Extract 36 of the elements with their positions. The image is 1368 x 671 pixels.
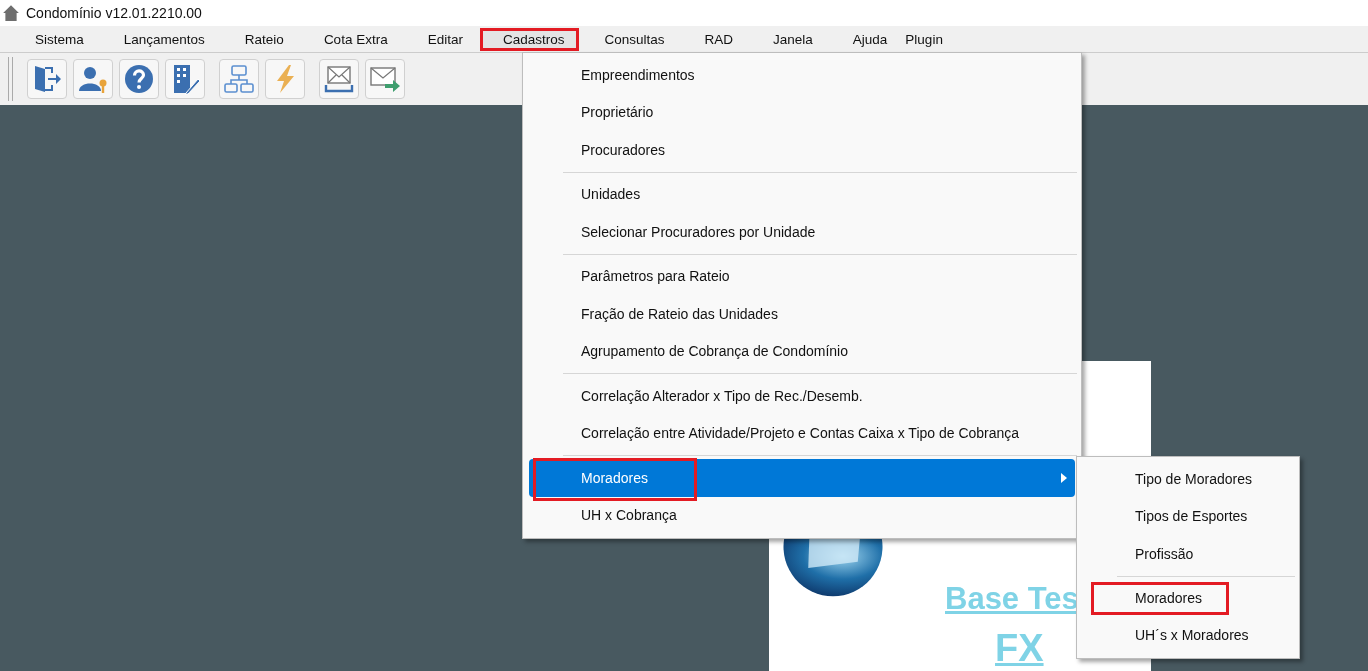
inbox-envelope-icon[interactable] xyxy=(319,59,359,99)
menu-item[interactable]: Unidades xyxy=(529,175,1075,213)
send-envelope-icon[interactable] xyxy=(365,59,405,99)
menu-item[interactable]: Cadastros xyxy=(479,27,580,51)
menu-item[interactable]: Sistema xyxy=(35,28,84,50)
menu-item[interactable]: Tipos de Esportes xyxy=(1083,497,1293,535)
menu-item[interactable]: Editar xyxy=(427,28,463,50)
menu-item[interactable]: Selecionar Procuradores por Unidade xyxy=(529,213,1075,251)
menu-item[interactable]: Lançamentos xyxy=(123,28,205,50)
user-key-icon[interactable] xyxy=(73,59,113,99)
menu-item[interactable]: Tipo de Moradores xyxy=(1083,460,1293,498)
hierarchy-icon[interactable] xyxy=(219,59,259,99)
menu-item[interactable]: Correlação Alterador x Tipo de Rec./Desemb. xyxy=(529,377,1075,415)
menu-item[interactable]: UH x Cobrança xyxy=(529,496,1075,534)
menu-item[interactable]: Agrupamento de Cobrança de Condomínio xyxy=(529,332,1075,370)
menu-item[interactable]: Fração de Rateio das Unidades xyxy=(529,295,1075,333)
menu-item[interactable]: Cota Extra xyxy=(323,28,388,50)
help-icon[interactable] xyxy=(119,59,159,99)
menu-item[interactable]: RAD xyxy=(704,28,734,50)
menu-item[interactable]: Parâmetros para Rateio xyxy=(529,257,1075,295)
menu-item[interactable]: Rateio xyxy=(244,28,284,50)
house-icon xyxy=(2,4,20,22)
menu-item[interactable]: Plugin xyxy=(905,28,943,50)
menu-item[interactable]: Ajuda xyxy=(852,28,888,50)
menu-item[interactable]: Profissão xyxy=(1083,535,1293,573)
menu-item[interactable]: Consultas xyxy=(604,28,665,50)
menu-item[interactable]: Procuradores xyxy=(529,131,1075,169)
menu-item[interactable]: UH´s x Moradores xyxy=(1083,616,1293,654)
menu-item[interactable]: Moradores xyxy=(529,459,1075,497)
menu-item[interactable]: Janela xyxy=(773,28,813,50)
exit-door-icon[interactable] xyxy=(27,59,67,99)
menu-item[interactable]: Moradores xyxy=(1091,581,1229,615)
window-title: Condomínio v12.01.2210.00 xyxy=(26,5,202,21)
menu-item[interactable]: Correlação entre Atividade/Projeto e Contas Caixa x Tipo de Cobrança xyxy=(529,414,1075,452)
building-pencil-icon[interactable] xyxy=(165,59,205,99)
menu-item[interactable]: Proprietário xyxy=(529,93,1075,131)
